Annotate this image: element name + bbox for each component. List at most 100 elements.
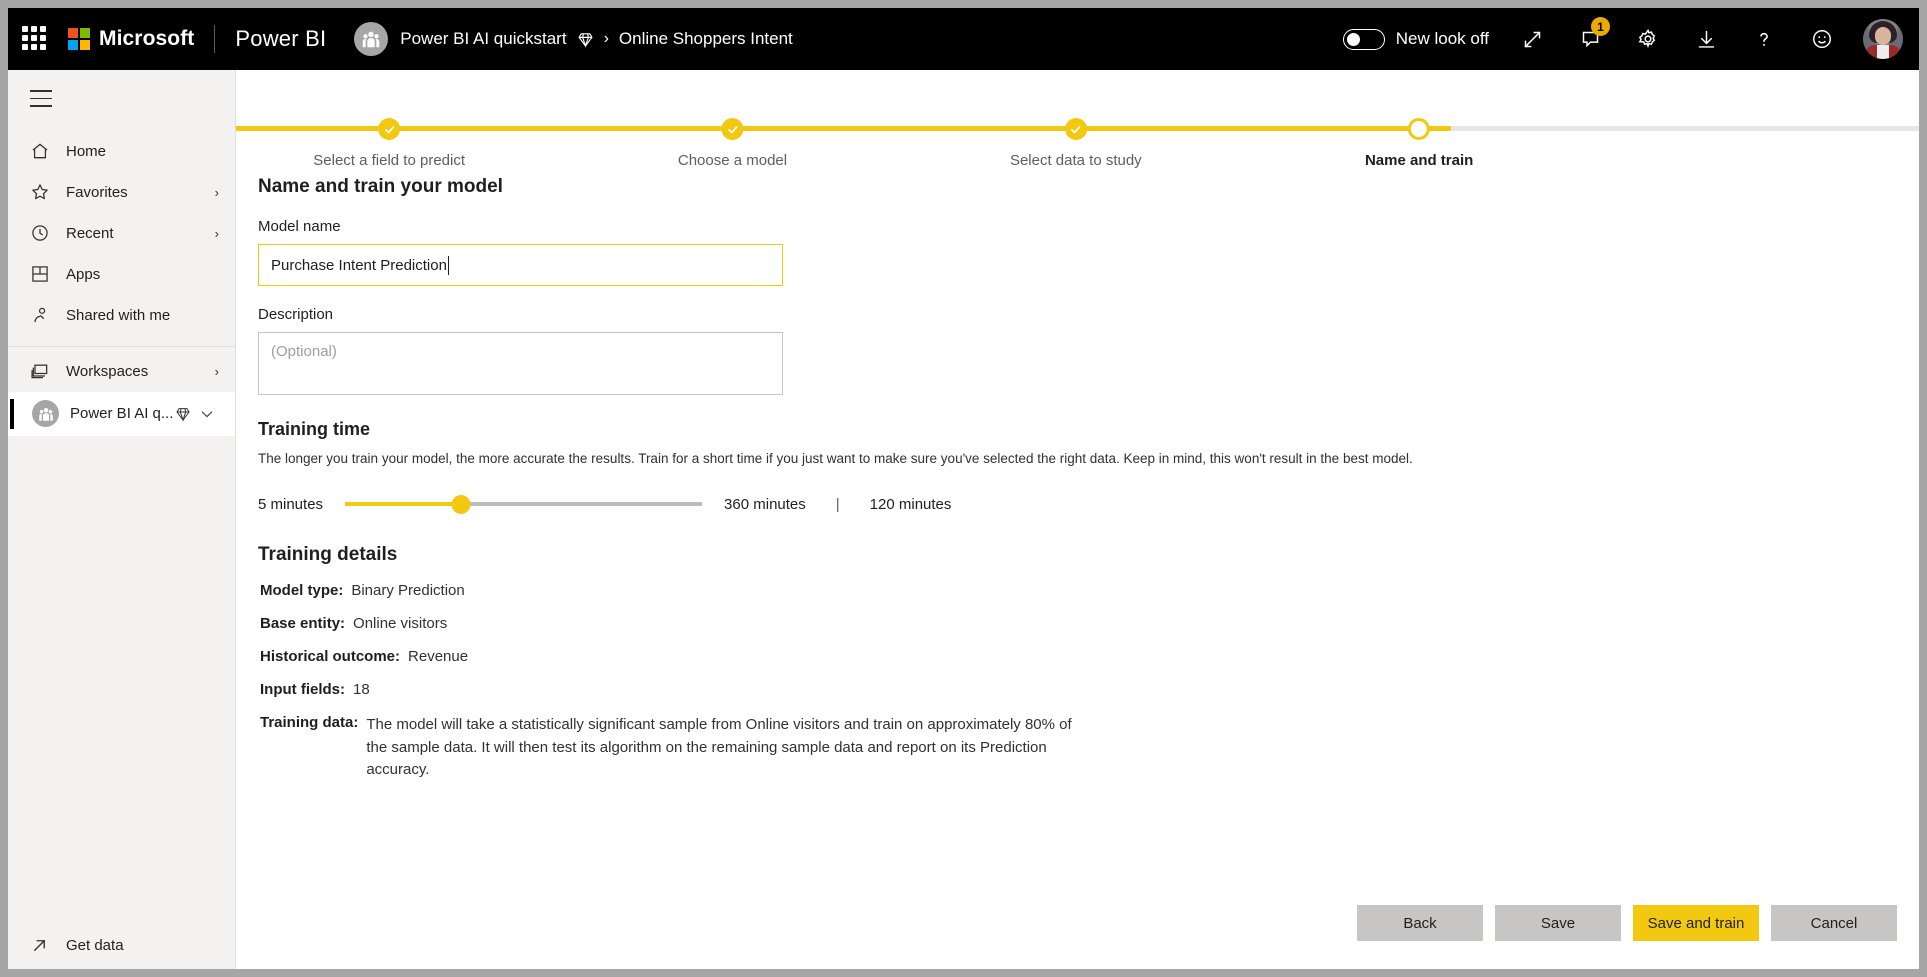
user-avatar[interactable] xyxy=(1863,19,1903,59)
slider-max-label: 360 minutes xyxy=(724,496,806,513)
save-button[interactable]: Save xyxy=(1495,905,1621,941)
page-title: Name and train your model xyxy=(258,176,1919,198)
sidebar-label-workspaces: Workspaces xyxy=(66,363,215,380)
help-icon[interactable] xyxy=(1747,22,1781,56)
sidebar-chevron-workspaces[interactable]: › xyxy=(215,364,219,379)
notification-badge: 1 xyxy=(1591,17,1610,36)
back-button[interactable]: Back xyxy=(1357,905,1483,941)
home-icon xyxy=(30,141,54,161)
slider-min-label: 5 minutes xyxy=(258,496,323,513)
apps-icon xyxy=(30,264,54,284)
smiley-icon[interactable] xyxy=(1805,22,1839,56)
workspace-avatar xyxy=(32,400,59,427)
breadcrumb-separator: › xyxy=(604,30,609,48)
detail-value-base-entity: Online visitors xyxy=(353,615,447,632)
model-name-input[interactable]: Purchase Intent Prediction xyxy=(258,244,783,286)
detail-key-base-entity: Base entity: xyxy=(260,615,345,632)
detail-key-input-fields: Input fields: xyxy=(260,681,345,698)
app-launcher-icon[interactable] xyxy=(22,26,48,52)
training-time-slider-row: 5 minutes 360 minutes | 120 minutes xyxy=(258,494,1919,514)
detail-row-model-type: Model type: Binary Prediction xyxy=(258,582,1919,599)
sidebar-item-favorites[interactable]: Favorites › xyxy=(8,172,235,213)
toggle-switch[interactable] xyxy=(1343,29,1385,50)
diamond-icon xyxy=(175,406,191,422)
step-current-indicator xyxy=(1408,118,1430,140)
detail-row-training-data: Training data: The model will take a sta… xyxy=(258,714,1919,782)
sidebar-item-home[interactable]: Home xyxy=(8,131,235,172)
top-navigation-bar: Microsoft Power BI Power BI AI quickstar… xyxy=(8,8,1919,70)
cancel-button[interactable]: Cancel xyxy=(1771,905,1897,941)
training-time-slider[interactable] xyxy=(345,494,702,514)
description-input[interactable]: (Optional) xyxy=(258,332,783,395)
step-label-1: Select a field to predict xyxy=(313,152,465,169)
breadcrumb-workspace[interactable]: Power BI AI quickstart xyxy=(400,29,566,49)
detail-value-input-fields: 18 xyxy=(353,681,370,698)
new-look-toggle[interactable]: New look off xyxy=(1343,29,1489,50)
detail-value-training-data: The model will take a statistically sign… xyxy=(366,714,1076,782)
left-navigation-sidebar: Home Favorites › Recent › Apps xyxy=(8,70,236,969)
chevron-down-icon[interactable] xyxy=(199,406,215,422)
arrow-up-right-icon xyxy=(30,936,54,955)
clock-icon xyxy=(30,223,54,243)
detail-row-input-fields: Input fields: 18 xyxy=(258,681,1919,698)
step-select-data[interactable]: Select data to study xyxy=(1010,88,1142,169)
workspace-avatar-icon[interactable] xyxy=(354,22,388,56)
form-content: Name and train your model Model name Pur… xyxy=(236,176,1919,782)
sidebar-label-apps: Apps xyxy=(66,266,219,283)
step-check-icon-1 xyxy=(378,118,400,140)
step-label-4: Name and train xyxy=(1365,152,1473,169)
sidebar-label-favorites: Favorites xyxy=(66,184,215,201)
step-label-2: Choose a model xyxy=(678,152,787,169)
slider-thumb[interactable] xyxy=(452,495,471,514)
expand-icon[interactable] xyxy=(1515,22,1549,56)
sidebar-item-shared-with-me[interactable]: Shared with me xyxy=(8,295,235,336)
sidebar-item-recent[interactable]: Recent › xyxy=(8,213,235,254)
detail-value-model-type: Binary Prediction xyxy=(351,582,464,599)
slider-separator: | xyxy=(836,496,840,513)
star-icon xyxy=(30,182,54,202)
description-label: Description xyxy=(258,306,1919,323)
sidebar-chevron-recent[interactable]: › xyxy=(215,226,219,241)
detail-value-historical-outcome: Revenue xyxy=(408,648,468,665)
workspaces-icon xyxy=(30,361,54,381)
step-label-3: Select data to study xyxy=(1010,152,1142,169)
sidebar-item-workspaces[interactable]: Workspaces › xyxy=(8,351,235,392)
microsoft-logo[interactable]: Microsoft xyxy=(68,27,194,51)
person-icon xyxy=(30,305,54,325)
slider-current-value: 120 minutes xyxy=(870,496,952,513)
hamburger-menu-icon[interactable] xyxy=(8,70,235,131)
new-look-label: New look off xyxy=(1396,29,1489,49)
wizard-stepper: Select a field to predict Choose a model… xyxy=(236,88,1919,166)
product-title[interactable]: Power BI xyxy=(235,26,326,52)
step-name-and-train[interactable]: Name and train xyxy=(1365,88,1473,169)
step-check-icon-2 xyxy=(721,118,743,140)
sidebar-label-shared-with-me: Shared with me xyxy=(66,307,219,324)
notifications-icon[interactable]: 1 xyxy=(1573,22,1607,56)
model-name-label: Model name xyxy=(258,218,1919,235)
training-details-title: Training details xyxy=(258,544,1919,566)
app-window: Microsoft Power BI Power BI AI quickstar… xyxy=(8,8,1919,969)
sidebar-item-apps[interactable]: Apps xyxy=(8,254,235,295)
detail-key-training-data: Training data: xyxy=(260,714,358,782)
breadcrumb-report[interactable]: Online Shoppers Intent xyxy=(619,29,793,49)
sidebar-chevron-favorites[interactable]: › xyxy=(215,185,219,200)
download-icon[interactable] xyxy=(1689,22,1723,56)
detail-key-historical-outcome: Historical outcome: xyxy=(260,648,400,665)
main-content-area: Select a field to predict Choose a model… xyxy=(236,70,1919,969)
text-caret xyxy=(448,256,449,275)
training-time-helper: The longer you train your model, the mor… xyxy=(258,451,1919,466)
selected-workspace-label: Power BI AI q... xyxy=(70,405,175,422)
wizard-footer-actions: Back Save Save and train Cancel xyxy=(1357,905,1897,941)
description-placeholder: (Optional) xyxy=(271,343,337,360)
sidebar-label-home: Home xyxy=(66,143,219,160)
topbar-divider xyxy=(214,25,215,53)
save-and-train-button[interactable]: Save and train xyxy=(1633,905,1759,941)
training-time-title: Training time xyxy=(258,419,1919,440)
step-choose-model[interactable]: Choose a model xyxy=(678,88,787,169)
microsoft-wordmark: Microsoft xyxy=(99,27,194,51)
premium-diamond-icon xyxy=(577,31,594,48)
get-data-button[interactable]: Get data xyxy=(8,921,235,969)
gear-icon[interactable] xyxy=(1631,22,1665,56)
sidebar-item-selected-workspace[interactable]: Power BI AI q... xyxy=(8,392,235,436)
step-select-field[interactable]: Select a field to predict xyxy=(313,88,465,169)
